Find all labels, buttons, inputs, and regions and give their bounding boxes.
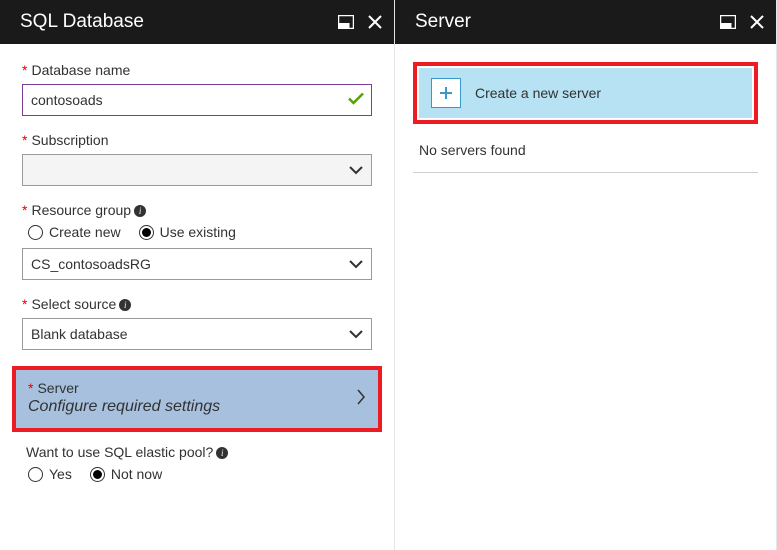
blade-header: SQL Database [0,0,394,44]
elastic-notnow-option[interactable]: Not now [90,466,162,482]
elastic-yes-label: Yes [49,466,72,482]
subscription-select[interactable] [22,154,372,186]
blade-body: Create a new server No servers found [395,44,776,550]
subscription-field: *Subscription [22,132,372,186]
elastic-notnow-label: Not now [111,466,162,482]
radio-selected-icon [90,467,105,482]
info-icon[interactable]: i [216,447,228,459]
elastic-yes-option[interactable]: Yes [28,466,72,482]
blade-header: Server [395,0,776,44]
create-server-highlight: Create a new server [413,62,758,124]
plus-icon [431,78,461,108]
select-source-select[interactable]: Blank database [22,318,372,350]
subscription-label: *Subscription [22,132,372,148]
chevron-right-icon [356,388,366,409]
blade-title: SQL Database [20,11,144,33]
header-controls [338,15,382,29]
server-nav-text: *Server Configure required settings [28,380,220,416]
server-highlight: *Server Configure required settings [12,366,382,432]
blade-body: *Database name *Subscription *Resource g… [0,44,394,550]
header-controls [720,15,764,29]
radio-selected-icon [139,225,154,240]
sql-database-blade: SQL Database *Database name *Subscriptio… [0,0,395,550]
resource-group-field: *Resource groupi Create new Use existing… [22,202,372,280]
elastic-pool-radios: Yes Not now [22,466,372,482]
info-icon[interactable]: i [134,205,146,217]
rg-create-label: Create new [49,224,121,240]
select-source-label: *Select sourcei [22,296,372,312]
database-name-field: *Database name [22,62,372,116]
resource-group-label: *Resource groupi [22,202,372,218]
blade-title: Server [415,11,471,33]
close-icon[interactable] [368,15,382,29]
rg-create-new-option[interactable]: Create new [28,224,121,240]
restore-icon[interactable] [720,15,736,29]
resource-group-radios: Create new Use existing [22,224,372,240]
chevron-down-icon [349,162,363,178]
database-name-label: *Database name [22,62,372,78]
select-source-value: Blank database [31,326,128,342]
server-configure-button[interactable]: *Server Configure required settings [16,370,378,428]
database-name-input[interactable] [22,84,372,116]
create-new-server-button[interactable]: Create a new server [419,68,752,118]
radio-unselected-icon [28,467,43,482]
radio-unselected-icon [28,225,43,240]
rg-use-existing-option[interactable]: Use existing [139,224,236,240]
select-source-field: *Select sourcei Blank database [22,296,372,350]
no-servers-message: No servers found [413,142,758,173]
server-sublabel: Configure required settings [28,398,220,416]
valid-checkmark-icon [348,92,364,109]
server-blade: Server Create a new server No servers fo… [395,0,777,550]
elastic-pool-field: Want to use SQL elastic pool?i Yes Not n… [22,444,372,482]
chevron-down-icon [349,326,363,342]
resource-group-select[interactable]: CS_contosoadsRG [22,248,372,280]
restore-icon[interactable] [338,15,354,29]
server-label: Server [37,380,78,396]
close-icon[interactable] [750,15,764,29]
resource-group-value: CS_contosoadsRG [31,256,151,272]
rg-existing-label: Use existing [160,224,236,240]
chevron-down-icon [349,256,363,272]
info-icon[interactable]: i [119,299,131,311]
elastic-pool-label: Want to use SQL elastic pool?i [22,444,372,460]
create-server-label: Create a new server [475,85,601,101]
